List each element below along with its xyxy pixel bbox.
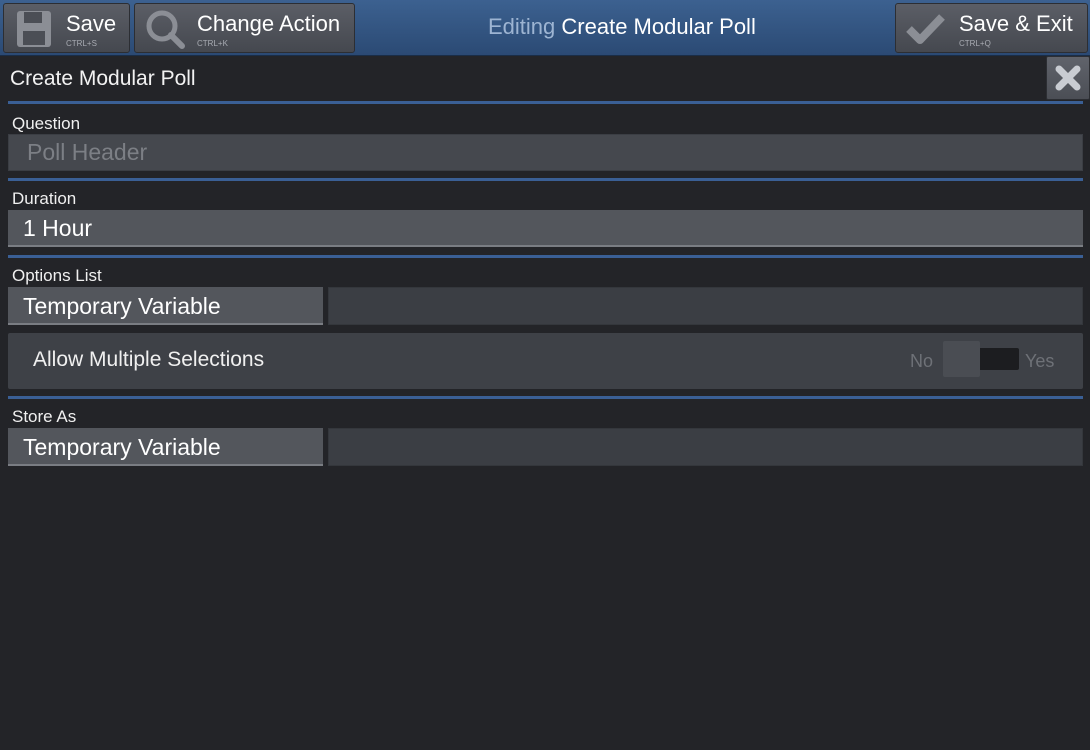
change-action-button[interactable]: Change Action CTRL+K: [134, 3, 355, 53]
store-as-variable-input[interactable]: [328, 428, 1083, 466]
floppy-disk-icon: [14, 9, 54, 49]
toggle-no-label: No: [910, 351, 934, 371]
change-action-label: Change Action: [197, 11, 341, 36]
close-button[interactable]: [1046, 56, 1090, 100]
section-divider: [8, 178, 1083, 181]
top-toolbar: Save CTRL+S Change Action CTRL+K Editing…: [0, 0, 1090, 56]
change-action-shortcut: CTRL+K: [197, 39, 228, 48]
section-divider: [8, 101, 1083, 104]
allow-multiple-toggle[interactable]: [943, 341, 1019, 377]
save-shortcut: CTRL+S: [66, 39, 97, 48]
toggle-knob: [943, 341, 980, 377]
editing-prefix: Editing: [488, 14, 556, 39]
save-label: Save: [66, 11, 117, 36]
duration-label: Duration: [12, 189, 77, 208]
store-as-label: Store As: [12, 407, 77, 426]
question-input[interactable]: [8, 134, 1083, 171]
save-exit-shortcut: CTRL+Q: [959, 39, 991, 48]
options-list-variable-input[interactable]: [328, 287, 1083, 325]
editing-action-name: Create Modular Poll: [561, 14, 756, 39]
panel-title: Create Modular Poll: [10, 67, 196, 90]
allow-multiple-row: Allow Multiple Selections No Yes: [8, 333, 1083, 389]
toggle-yes-label: Yes: [1025, 351, 1055, 371]
duration-select[interactable]: 1 Hour: [8, 210, 1083, 247]
section-divider: [8, 255, 1083, 258]
allow-multiple-label: Allow Multiple Selections: [33, 348, 265, 371]
checkmark-icon: [906, 9, 946, 49]
store-as-variable-type-select[interactable]: Temporary Variable: [8, 428, 323, 466]
save-exit-label: Save & Exit: [959, 11, 1073, 36]
section-divider: [8, 396, 1083, 399]
save-exit-button[interactable]: Save & Exit CTRL+Q: [895, 3, 1088, 53]
options-list-label: Options List: [12, 266, 102, 285]
options-list-variable-type-select[interactable]: Temporary Variable: [8, 287, 323, 325]
magnifier-icon: [145, 9, 185, 49]
question-label: Question: [12, 114, 81, 133]
save-button[interactable]: Save CTRL+S: [3, 3, 130, 53]
editing-title: Editing Create Modular Poll: [488, 14, 756, 40]
